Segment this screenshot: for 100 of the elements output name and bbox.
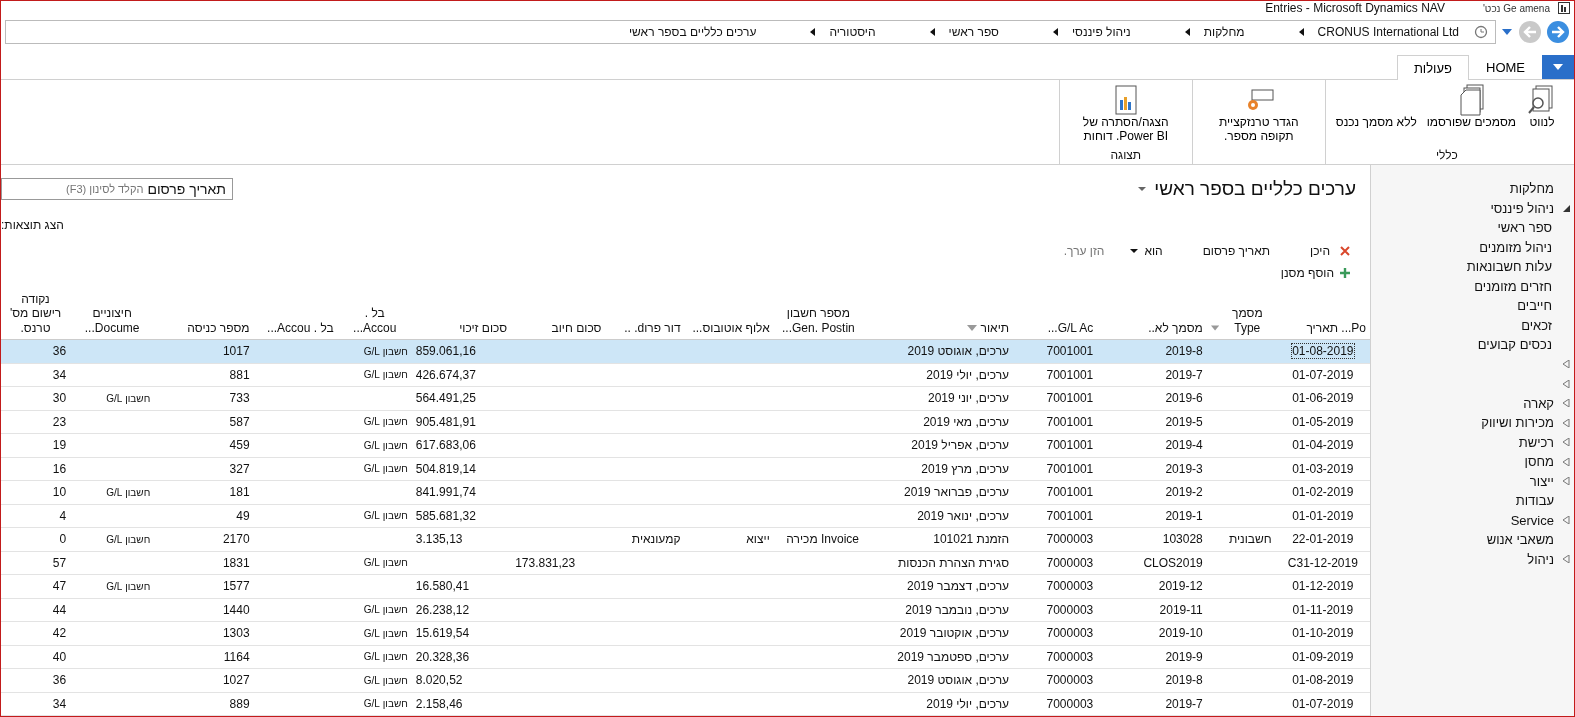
column-header[interactable]: מספר חשבון Gen. Postin...	[777, 306, 859, 335]
dropdown-icon[interactable]	[1502, 29, 1512, 35]
window-subtitle: Ge amena נכט'	[1482, 2, 1550, 14]
search-field[interactable]: הקלד לסינון (F3)	[33, 183, 144, 196]
table-cell: 889	[229, 696, 250, 711]
table-cell: 1577	[222, 579, 250, 594]
separator-icon[interactable]	[1053, 28, 1058, 36]
forward-icon[interactable]	[1546, 20, 1570, 44]
breadcrumb[interactable]: ניהול פיננסי	[1072, 25, 1131, 39]
ribbon-tab[interactable]: פעולות	[1396, 55, 1469, 80]
app-menu-button[interactable]	[1542, 55, 1574, 79]
table-cell: ערכים, אוגוסט 2019	[907, 673, 1010, 688]
separator-icon[interactable]	[1298, 28, 1304, 36]
column-header[interactable]: מסמך לא..	[1148, 320, 1203, 335]
sidebar-item[interactable]: מחסן	[1524, 454, 1554, 470]
column-header[interactable]: סכום חיוב	[551, 320, 602, 335]
ribbon-button[interactable]: הגדר טרנזקציית תקופה מספר.	[1198, 84, 1319, 162]
collapsed-arrow-icon[interactable]	[1562, 379, 1570, 388]
table-cell: 7001001	[1046, 508, 1094, 523]
ribbon-button[interactable]: לנווט	[1522, 84, 1562, 148]
column-header[interactable]: בל . Accou...	[267, 320, 334, 335]
breadcrumb[interactable]: היסטוריה	[829, 25, 876, 39]
column-header[interactable]: חיצוניים Docume...	[74, 306, 151, 335]
table-cell: 2.158,46	[415, 696, 463, 711]
table-cell: 2019-8	[1165, 344, 1203, 359]
sidebar-subitem[interactable]: נכסים קבועים	[1477, 337, 1552, 353]
sidebar-item[interactable]: עבודות	[1515, 493, 1554, 509]
collapsed-arrow-icon[interactable]	[1562, 438, 1570, 447]
table-cell: 1440	[222, 602, 250, 617]
collapsed-arrow-icon[interactable]	[1562, 555, 1570, 564]
sidebar-item[interactable]: קארה	[1523, 395, 1554, 411]
sidebar-item[interactable]: מכירות ושיווק	[1481, 415, 1554, 431]
ribbon-button[interactable]: הצגה/הסתרה של Power BI. דוחות	[1065, 84, 1186, 148]
column-header[interactable]: מספר כניסה	[187, 320, 250, 335]
search-box[interactable]: תאריך פרסום הקלד לסינון (F3)	[1, 178, 233, 201]
column-header[interactable]: תיאור	[980, 320, 1010, 335]
separator-icon[interactable]	[1184, 28, 1190, 36]
operator-dropdown[interactable]: הוא	[1130, 244, 1163, 259]
separator-icon[interactable]	[929, 28, 935, 36]
table-cell: 7001001	[1046, 391, 1094, 406]
filter-field[interactable]: תאריך פרסום	[1202, 244, 1271, 259]
expanded-arrow-icon[interactable]	[1562, 204, 1570, 213]
breadcrumb[interactable]: ערכים כלליים בספר ראשי	[629, 25, 757, 39]
table-cell: 15.619,54	[415, 626, 470, 641]
plus-icon[interactable]	[1340, 268, 1350, 279]
sidebar-subitem[interactable]: עלות חשבונאות	[1466, 259, 1552, 275]
collapsed-arrow-icon[interactable]	[1562, 360, 1570, 369]
breadcrumb[interactable]: CRONUS International Ltd	[1317, 25, 1459, 39]
table-cell: 733	[229, 391, 250, 406]
sidebar-subitem[interactable]: ספר ראשי	[1497, 220, 1552, 236]
column-header[interactable]: אלוף אוטובוס...	[692, 320, 770, 335]
sidebar-item[interactable]: מחלקות	[1509, 181, 1554, 197]
table-cell: חשבון G/L	[363, 604, 408, 616]
table-cell: 905.481,91	[415, 414, 476, 429]
sort-arrow-icon[interactable]	[1210, 325, 1219, 331]
table-cell: חשבון G/L	[363, 345, 408, 357]
table-cell: 2019-10	[1158, 626, 1203, 641]
breadcrumb[interactable]: מחלקות	[1203, 25, 1245, 39]
column-header[interactable]: מסמך Type	[1222, 306, 1272, 335]
column-header[interactable]: G/L Ac...	[1047, 320, 1094, 335]
sidebar-item[interactable]: Service	[1510, 512, 1554, 528]
sidebar-subitem[interactable]: ניהול מזומנים	[1479, 239, 1552, 255]
table-cell: 47	[52, 579, 67, 594]
sidebar-item[interactable]: רכישת	[1518, 434, 1554, 450]
table-cell: ערכים, מרץ 2019	[921, 461, 1010, 476]
sidebar-item[interactable]: ניהול	[1527, 551, 1554, 567]
table-cell: Invoice מכירה	[786, 532, 859, 547]
ribbon-tab[interactable]: HOME	[1469, 55, 1542, 79]
remove-filter-icon[interactable]	[1340, 246, 1350, 257]
collapsed-arrow-icon[interactable]	[1562, 477, 1570, 486]
column-header[interactable]: דור פרוd. ..	[624, 320, 681, 335]
table-cell: 4	[59, 508, 67, 523]
sort-arrow-icon[interactable]	[966, 325, 977, 331]
separator-icon[interactable]	[810, 28, 816, 36]
breadcrumb[interactable]: ספר ראשי	[948, 25, 999, 39]
table-cell: חשבון G/L	[106, 392, 151, 404]
add-filter-link[interactable]: הוסף מסנן	[1280, 266, 1334, 281]
sidebar-item[interactable]: ייצור	[1529, 473, 1554, 489]
column-header[interactable]: סכום זיכוי	[459, 320, 508, 335]
table-cell: ערכים, פברואר 2019	[904, 485, 1010, 500]
caret-icon[interactable]	[1130, 249, 1139, 254]
ribbon-button[interactable]: מסמכים שפורסמו	[1422, 84, 1520, 148]
column-header[interactable]: Po... תאריך	[1306, 320, 1366, 335]
collapsed-arrow-icon[interactable]	[1562, 418, 1570, 427]
collapsed-arrow-icon[interactable]	[1562, 516, 1570, 525]
collapsed-arrow-icon[interactable]	[1562, 457, 1570, 466]
ribbon-button[interactable]: ללא מסמך נכנס	[1331, 84, 1421, 148]
sidebar-subitem[interactable]: חייבים	[1517, 298, 1552, 314]
filter-value-field[interactable]: הזן ערך.	[1012, 243, 1107, 260]
sidebar-subitem[interactable]: זכאים	[1521, 317, 1552, 333]
column-header[interactable]: בל . Accou...	[341, 306, 408, 335]
column-header[interactable]: נקודה רישום מס' טרנס.	[5, 291, 67, 335]
sidebar-item[interactable]: משאבי אנוש	[1486, 532, 1554, 548]
table-cell: 2019-5	[1165, 414, 1203, 429]
table-cell: 881	[229, 367, 250, 382]
search-field-name[interactable]: תאריך פרסום	[147, 181, 226, 198]
collapsed-arrow-icon[interactable]	[1562, 399, 1570, 408]
table-cell: 859.061,16	[415, 344, 476, 359]
sidebar-item[interactable]: ניהול פיננסי	[1490, 200, 1554, 216]
sidebar-subitem[interactable]: חזרים מזומנים	[1474, 278, 1552, 294]
